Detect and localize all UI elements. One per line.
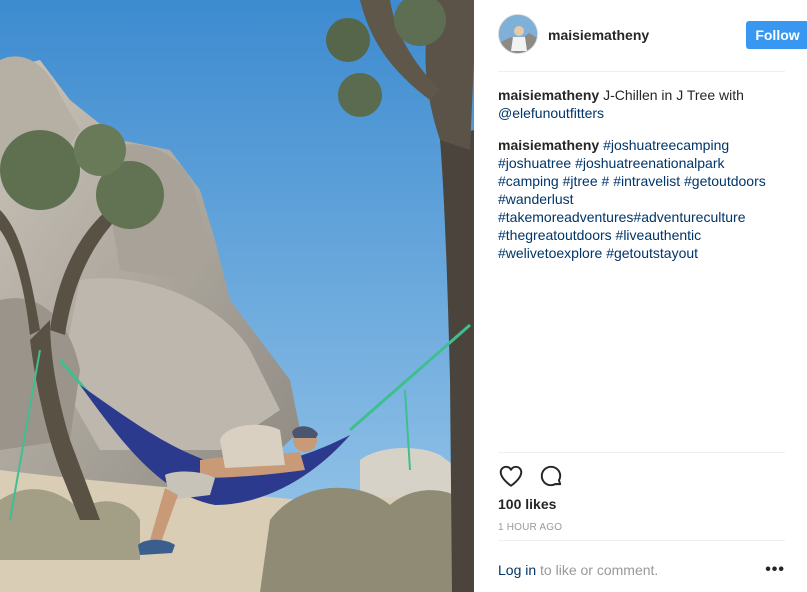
caption-text: J-Chillen in J Tree with [603, 87, 744, 103]
avatar[interactable] [498, 14, 538, 54]
caption-username[interactable]: maisiematheny [498, 87, 599, 103]
comment-icon[interactable] [538, 463, 564, 489]
login-link[interactable]: Log in [498, 562, 536, 578]
hashtag[interactable]: #camping [498, 173, 559, 189]
comments-list: maisiematheny J-Chillen in J Tree with @… [498, 86, 788, 276]
hashtag[interactable]: #liveauthentic [616, 227, 702, 243]
post-photo[interactable] [0, 0, 474, 592]
likes-count[interactable]: 100 likes [498, 496, 556, 512]
heart-icon[interactable] [498, 463, 524, 489]
post-timestamp[interactable]: 1 HOUR AGO [498, 522, 562, 533]
more-options-icon[interactable]: ••• [765, 561, 785, 579]
hashtag[interactable]: #takemoreadventures#adventureculture [498, 209, 746, 225]
login-prompt: Log in to like or comment. [498, 562, 658, 578]
post-side-panel: maisiematheny Follow maisiematheny J-Chi… [474, 0, 807, 592]
hashtag[interactable]: #intravelist [613, 173, 680, 189]
hashtag[interactable]: #thegreatoutdoors [498, 227, 612, 243]
post-header: maisiematheny Follow [498, 14, 807, 72]
hashtag[interactable]: #welivetoexplore [498, 245, 602, 261]
post-actions: 100 likes 1 HOUR AGO [498, 452, 785, 540]
login-prompt-text: to like or comment. [536, 562, 659, 578]
username[interactable]: maisiematheny [548, 27, 649, 43]
comment-username[interactable]: maisiematheny [498, 137, 599, 153]
heart-icon-svg [499, 465, 523, 487]
hashtag[interactable]: #joshuatreenationalpark [575, 155, 724, 171]
comment-footer: Log in to like or comment. ••• [498, 540, 785, 592]
hashtag-comment: maisiematheny #joshuatreecamping #joshua… [498, 136, 788, 262]
hashtag[interactable]: #wanderlust [498, 191, 574, 207]
caption-mention[interactable]: @elefunoutfitters [498, 105, 604, 121]
hashtag[interactable]: #joshuatreecamping [603, 137, 729, 153]
hashtag[interactable]: # [602, 173, 610, 189]
follow-button[interactable]: Follow [746, 21, 807, 49]
comment-icon-svg [540, 465, 562, 487]
avatar-image [499, 15, 537, 53]
hashtag[interactable]: #getoutstayout [606, 245, 698, 261]
caption: maisiematheny J-Chillen in J Tree with @… [498, 86, 788, 122]
hammock-photo [0, 0, 474, 592]
hashtag[interactable]: #getoutdoors [684, 173, 766, 189]
hashtag[interactable]: #joshuatree [498, 155, 571, 171]
hashtag[interactable]: #jtree [563, 173, 598, 189]
